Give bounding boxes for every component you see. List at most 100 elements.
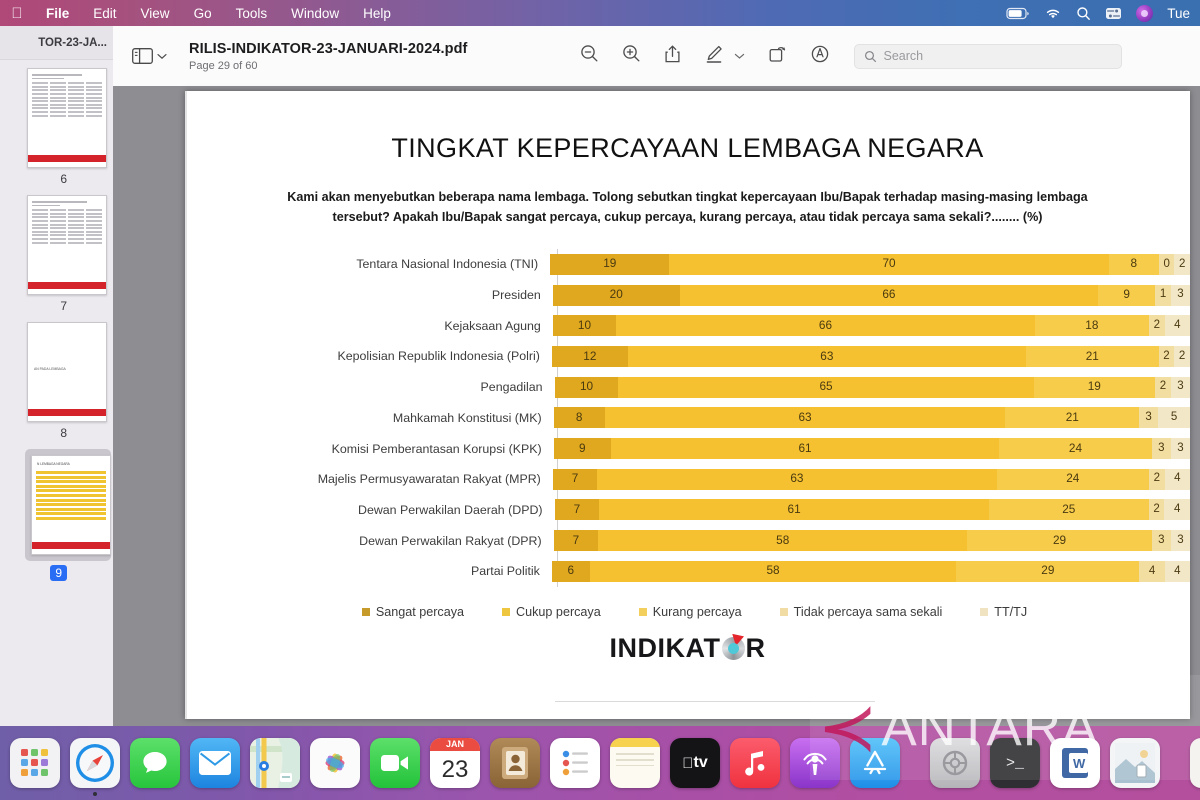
chart-segment: 5 <box>1158 407 1190 429</box>
menu-item-view[interactable]: View <box>129 6 182 21</box>
zoom-out-icon[interactable] <box>580 44 599 68</box>
chart-segment: 25 <box>988 499 1149 521</box>
preview-icon[interactable] <box>1110 738 1160 788</box>
menu-item-go[interactable]: Go <box>182 6 224 21</box>
mail-icon[interactable] <box>190 738 240 788</box>
thumbnail-page-preview[interactable] <box>27 68 107 168</box>
maps-icon[interactable] <box>250 738 300 788</box>
legend-swatch-icon <box>980 607 989 616</box>
macos-dock[interactable]: JAN 23 tv <box>0 726 1200 800</box>
menu-clock[interactable]: Tue <box>1167 6 1196 21</box>
markup-chevron-icon[interactable] <box>734 47 745 65</box>
chart-value-label: 1 <box>1159 288 1167 301</box>
chart-value-label: 65 <box>819 379 833 394</box>
search-icon <box>864 50 876 62</box>
contacts-icon[interactable] <box>490 738 540 788</box>
search-input[interactable]: Search <box>853 43 1122 69</box>
terminal-icon[interactable]: >_ <box>990 738 1040 788</box>
chart-segment: 3 <box>1139 407 1159 429</box>
legend-swatch-icon <box>361 607 370 616</box>
word-icon[interactable]: W <box>1050 738 1100 788</box>
screen:  File Edit View Go Tools Window Help Tu… <box>0 0 1200 800</box>
chart-value-label: 8 <box>575 409 583 424</box>
system-settings-icon[interactable] <box>930 738 980 788</box>
thumbnail-page-preview[interactable] <box>27 195 107 295</box>
chart-category-label: Presiden <box>491 288 541 303</box>
chart-segment: 24 <box>996 468 1149 490</box>
chart-segment: 3 <box>1170 376 1190 398</box>
menu-item-tools[interactable]: Tools <box>224 6 280 21</box>
thumbnail-item[interactable]: 7 <box>0 195 113 322</box>
menu-item-edit[interactable]: Edit <box>81 6 128 21</box>
chart-value-label: 4 <box>1174 564 1181 577</box>
sidebar-toggle-icon[interactable] <box>132 48 167 64</box>
legend-item-kurang-percaya: Kurang percaya <box>638 604 742 619</box>
apple-logo-icon[interactable]:  <box>0 5 34 22</box>
chart-segment: 29 <box>967 530 1152 552</box>
zoom-in-icon[interactable] <box>622 44 641 68</box>
reminders-icon[interactable] <box>550 738 600 788</box>
calendar-icon[interactable]: JAN 23 <box>430 738 480 788</box>
chart-segment: 4 <box>1164 560 1190 582</box>
chart-value-label: 24 <box>1068 440 1083 455</box>
chart-value-label: 63 <box>820 348 834 363</box>
chart-segment: 7 <box>552 468 598 490</box>
chart-row: Komisi Pemberantasan Korupsi (KPK) 9 61 24 3… <box>293 433 1190 464</box>
thumbnail-list[interactable]: 6 7 AN PADA LEMBAGA 8 N LEMBAGA NEGARA 9 <box>0 68 113 590</box>
menu-item-window[interactable]: Window <box>279 6 351 21</box>
battery-icon[interactable] <box>1006 7 1030 20</box>
chart-segment: 63 <box>597 468 997 490</box>
thumbnail-item-selected[interactable]: N LEMBAGA NEGARA 9 <box>0 449 113 590</box>
chart-segment: 2 <box>1158 345 1175 367</box>
running-indicator <box>93 792 97 796</box>
chart-segment: 3 <box>1151 530 1171 552</box>
menu-item-help[interactable]: Help <box>351 6 403 21</box>
music-icon[interactable] <box>730 738 780 788</box>
annotate-icon[interactable] <box>810 44 830 69</box>
rotate-icon[interactable] <box>768 44 787 68</box>
chart-segment: 19 <box>1033 376 1155 398</box>
thumbnail-sidebar[interactable]: TOR-23-JA... 6 7 AN PADA LEMBAGA 8 N LEM… <box>0 26 113 726</box>
thumbnail-item[interactable]: 6 <box>0 68 113 195</box>
printer-folder-icon[interactable] <box>1190 738 1200 788</box>
siri-icon[interactable] <box>1136 4 1154 22</box>
notes-icon[interactable] <box>610 738 660 788</box>
legend-item-sangat-percaya: Sangat percaya <box>361 605 464 619</box>
thumbnail-page-number: 7 <box>60 299 67 313</box>
chart-segment: 18 <box>1034 315 1149 337</box>
launchpad-icon[interactable] <box>10 738 60 788</box>
thumbnail-item[interactable]: AN PADA LEMBAGA 8 <box>0 322 113 449</box>
indikator-logo: INDIKAT R <box>185 633 1190 664</box>
chart-category-label: Dewan Perwakilan Rakyat (DPR) <box>359 533 542 548</box>
chart-plot-area: Tentara Nasional Indonesia (TNI) 19 70 8 0 2 P… <box>185 249 1190 588</box>
chart-value-label: 58 <box>776 532 790 547</box>
appletv-icon[interactable]: tv <box>670 738 720 788</box>
chart-legend: Sangat percaya Cukup percaya Kurang perc… <box>185 605 1190 619</box>
chart-subtitle: Kami akan menyebutkan beberapa nama lemb… <box>287 190 1088 224</box>
control-center-icon[interactable] <box>1105 7 1122 20</box>
chart-value-label: 3 <box>1177 380 1184 393</box>
chart-category-label: Dewan Perwakilan Daerah (DPD) <box>358 502 543 517</box>
safari-icon[interactable] <box>70 738 120 796</box>
chart-value-label: 4 <box>1148 564 1156 577</box>
menu-item-file[interactable]: File <box>34 6 81 21</box>
search-icon[interactable] <box>1076 6 1091 21</box>
wifi-icon[interactable] <box>1044 7 1062 20</box>
chevron-down-icon <box>157 53 167 59</box>
thumbnail-page-preview[interactable]: N LEMBAGA NEGARA <box>31 455 111 555</box>
chart-category-label: Tentara Nasional Indonesia (TNI) <box>356 257 539 272</box>
chart-title: TINGKAT KEPERCAYAAN LEMBAGA NEGARA <box>391 133 984 163</box>
facetime-icon[interactable] <box>370 738 420 788</box>
chart-value-label: 58 <box>766 563 780 578</box>
legend-label: Kurang percaya <box>652 604 742 619</box>
photos-icon[interactable] <box>310 738 360 788</box>
podcasts-icon[interactable] <box>790 738 840 788</box>
chart-value-label: 5 <box>1170 411 1178 424</box>
thumbnail-page-preview[interactable]: AN PADA LEMBAGA <box>27 322 107 422</box>
chart-row: Dewan Perwakilan Rakyat (DPR) 7 58 29 3 3 <box>293 525 1190 556</box>
document-canvas[interactable]: TINGKAT KEPERCAYAAN LEMBAGA NEGARA Kami … <box>113 86 1200 726</box>
markup-icon[interactable] <box>704 44 724 69</box>
share-icon[interactable] <box>664 44 681 69</box>
appstore-icon[interactable] <box>850 738 900 788</box>
messages-icon[interactable] <box>130 738 180 788</box>
